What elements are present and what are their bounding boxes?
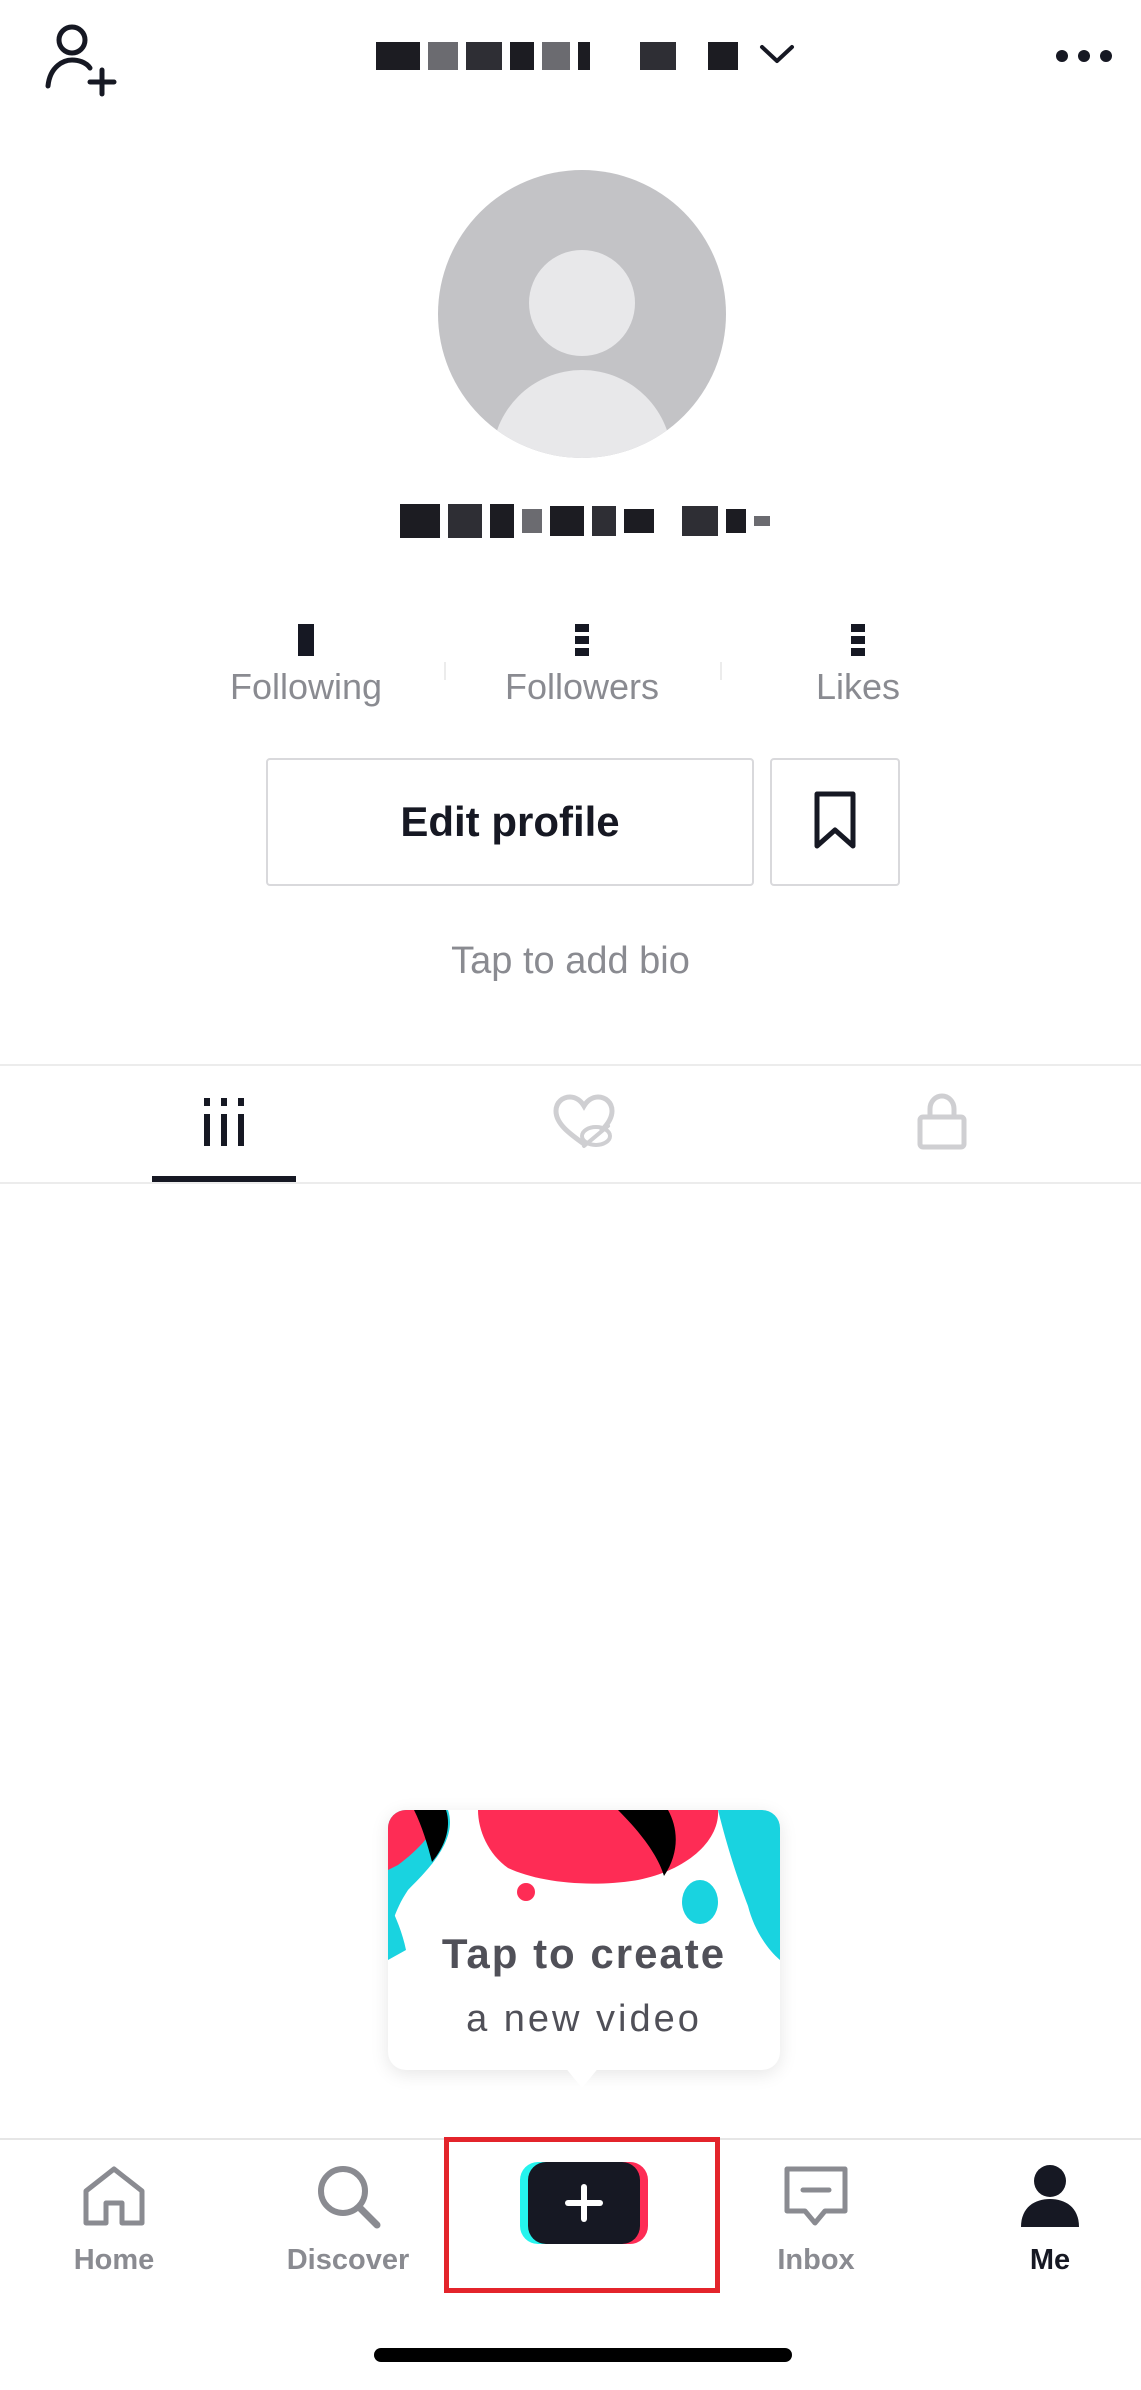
home-icon xyxy=(78,2163,150,2234)
followers-count-redacted xyxy=(575,624,589,656)
create-tooltip[interactable]: Tap to create a new video xyxy=(388,1810,780,2070)
bookmark-button[interactable] xyxy=(770,758,900,886)
nav-me-label: Me xyxy=(1029,2244,1071,2276)
edit-profile-button[interactable]: Edit profile xyxy=(266,758,754,886)
top-bar xyxy=(0,0,1141,110)
stat-divider xyxy=(444,662,446,680)
chevron-down-icon xyxy=(758,42,796,71)
person-icon xyxy=(1017,2163,1083,2234)
likes-label: Likes xyxy=(815,666,901,707)
more-icon[interactable] xyxy=(1044,34,1124,78)
nav-discover-label: Discover xyxy=(286,2244,410,2276)
tab-liked[interactable] xyxy=(394,1066,774,1182)
divider xyxy=(0,1182,1141,1184)
tooltip-title: Tap to create xyxy=(441,1930,727,1977)
search-icon xyxy=(313,2163,383,2234)
handle-redacted xyxy=(400,498,780,544)
bookmark-icon xyxy=(811,790,859,855)
stat-following[interactable]: Following xyxy=(200,606,412,726)
nav-discover[interactable]: Discover xyxy=(258,2150,438,2290)
nav-inbox-label: Inbox xyxy=(777,2244,855,2276)
username-redacted xyxy=(376,36,738,76)
stat-divider xyxy=(720,662,722,680)
nav-me[interactable]: Me xyxy=(960,2150,1140,2290)
inbox-icon xyxy=(781,2163,851,2234)
nav-home[interactable]: Home xyxy=(24,2150,204,2290)
avatar[interactable] xyxy=(438,170,726,458)
home-indicator xyxy=(374,2348,792,2362)
following-label: Following xyxy=(229,666,383,707)
lock-icon xyxy=(916,1092,968,1156)
tooltip-subtitle: a new video xyxy=(466,1998,702,2040)
likes-count-redacted xyxy=(851,624,865,656)
tooltip-arrow xyxy=(564,2066,600,2088)
nav-home-label: Home xyxy=(73,2244,155,2276)
highlight-box xyxy=(444,2137,720,2293)
stat-likes[interactable]: Likes xyxy=(752,606,964,726)
tab-videos[interactable] xyxy=(34,1066,414,1182)
add-user-icon[interactable] xyxy=(40,18,120,98)
tab-private[interactable] xyxy=(752,1066,1132,1182)
following-count-redacted xyxy=(298,624,314,656)
username-title[interactable] xyxy=(376,34,794,78)
stat-followers[interactable]: Followers xyxy=(476,606,688,726)
nav-inbox[interactable]: Inbox xyxy=(726,2150,906,2290)
liked-hidden-icon xyxy=(552,1093,616,1155)
bio-placeholder[interactable]: Tap to add bio xyxy=(0,940,1141,983)
followers-label: Followers xyxy=(504,666,660,707)
grid-icon xyxy=(200,1096,248,1153)
